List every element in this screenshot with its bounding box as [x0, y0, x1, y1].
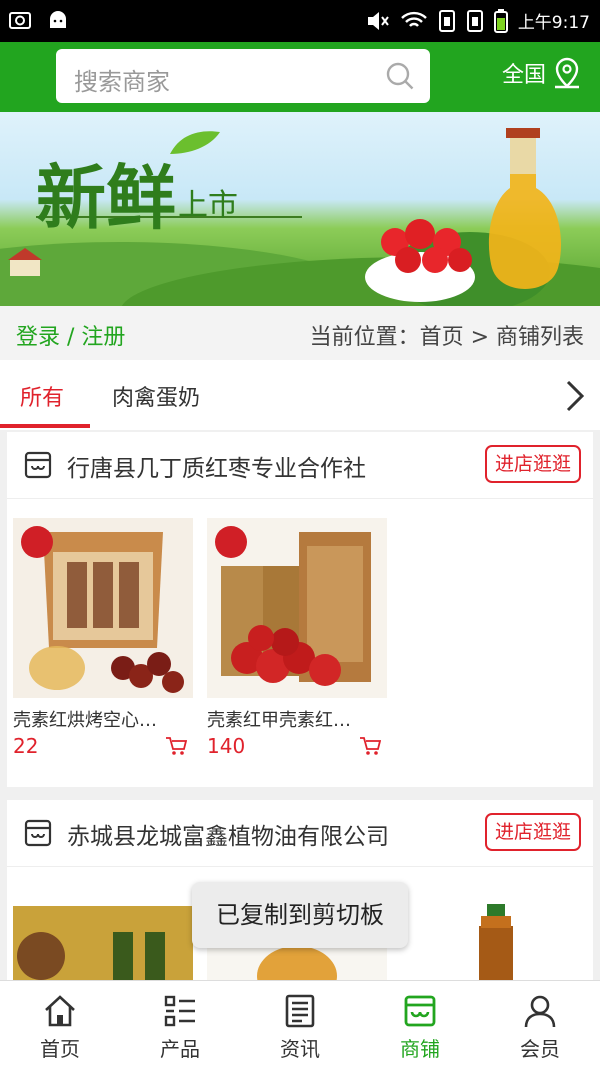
nav-home[interactable]: 首页 — [0, 981, 120, 1068]
shop-name[interactable]: 赤城县龙城富鑫植物油有限公司 — [67, 817, 389, 851]
breadcrumb: 当前位置：首页 > 商铺列表 — [309, 325, 584, 350]
search-input[interactable]: 搜索商家 — [74, 62, 170, 97]
visit-store-button[interactable]: 进店逛逛 — [485, 813, 581, 851]
product-image[interactable] — [13, 518, 193, 698]
nav-home-label: 首页 — [40, 1037, 80, 1061]
home-icon — [45, 995, 75, 1027]
android-icon — [50, 11, 66, 28]
nav-stores-label: 商铺 — [400, 1037, 440, 1061]
nav-member-label: 会员 — [520, 1037, 560, 1061]
product-photo — [13, 518, 193, 698]
status-right: 上午9:17 — [366, 8, 590, 33]
product-photo — [401, 886, 581, 980]
banner-headline: 新鲜 — [36, 156, 176, 239]
wifi-icon — [400, 11, 427, 27]
store-icon — [24, 819, 52, 847]
battery-icon — [493, 8, 508, 33]
search-box[interactable]: 搜索商家 — [56, 49, 430, 103]
nav-products-label: 产品 — [160, 1037, 200, 1061]
banner-subheadline: 上市 — [178, 188, 238, 223]
breadcrumb-row: 登录 / 注册 当前位置：首页 > 商铺列表 — [0, 306, 600, 360]
tab-all[interactable]: 所有 — [20, 380, 64, 412]
product-price: 22 — [13, 734, 39, 758]
shop-name[interactable]: 行唐县几丁质红枣专业合作社 — [67, 449, 366, 483]
nav-stores[interactable]: 商铺 — [360, 981, 480, 1068]
cart-icon[interactable] — [165, 736, 187, 756]
product-name: 壳素红甲壳素红… — [207, 710, 351, 731]
shop-header: 行唐县几丁质红枣专业合作社 进店逛逛 — [7, 432, 593, 499]
promo-banner[interactable]: 新鲜 上市 — [0, 112, 600, 306]
store-icon — [24, 451, 52, 479]
product-photo — [207, 518, 387, 698]
product-image[interactable] — [207, 518, 387, 698]
product-image[interactable] — [401, 886, 581, 980]
nav-products[interactable]: 产品 — [120, 981, 240, 1068]
shop-card: 行唐县几丁质红枣专业合作社 进店逛逛 壳素红烘烤空心… 22 壳素红甲壳素红… … — [7, 432, 593, 787]
visit-store-button[interactable]: 进店逛逛 — [485, 445, 581, 483]
active-tab-indicator — [0, 424, 90, 428]
list-icon — [164, 995, 195, 1027]
status-left-icons — [8, 8, 70, 32]
mute-icon — [367, 11, 389, 30]
nav-news-label: 资讯 — [280, 1037, 320, 1061]
region-label: 全国 — [501, 63, 546, 88]
bottom-nav: 首页 产品 资讯 商铺 会员 — [0, 980, 600, 1068]
region-selector[interactable]: 全国 — [502, 56, 582, 90]
category-tabs: 所有 肉禽蛋奶 — [0, 360, 600, 430]
product-price: 140 — [207, 734, 246, 758]
location-pin-icon — [555, 57, 579, 89]
screenshot-icon — [9, 12, 31, 29]
clock: 上午9:17 — [517, 13, 590, 33]
cart-icon[interactable] — [359, 736, 381, 756]
header: 搜索商家 全国 — [0, 42, 600, 112]
sim-icon-2 — [466, 9, 483, 32]
chevron-right-icon[interactable] — [564, 378, 586, 414]
user-icon — [524, 995, 556, 1028]
login-register-link[interactable]: 登录 / 注册 — [16, 319, 125, 351]
sim-icon — [438, 9, 455, 32]
search-icon[interactable] — [384, 60, 416, 92]
product-name: 壳素红烘烤空心… — [13, 710, 157, 731]
news-icon — [285, 994, 315, 1028]
product-photo — [13, 886, 193, 980]
shop-header: 赤城县龙城富鑫植物油有限公司 进店逛逛 — [7, 800, 593, 867]
nav-member[interactable]: 会员 — [480, 981, 600, 1068]
product-image[interactable] — [13, 886, 193, 980]
status-bar: 上午9:17 — [0, 0, 600, 42]
tab-meat-poultry-egg-dairy[interactable]: 肉禽蛋奶 — [112, 380, 200, 412]
toast-message: 已复制到剪切板 — [192, 882, 408, 948]
nav-news[interactable]: 资讯 — [240, 981, 360, 1068]
store-icon — [404, 995, 436, 1027]
